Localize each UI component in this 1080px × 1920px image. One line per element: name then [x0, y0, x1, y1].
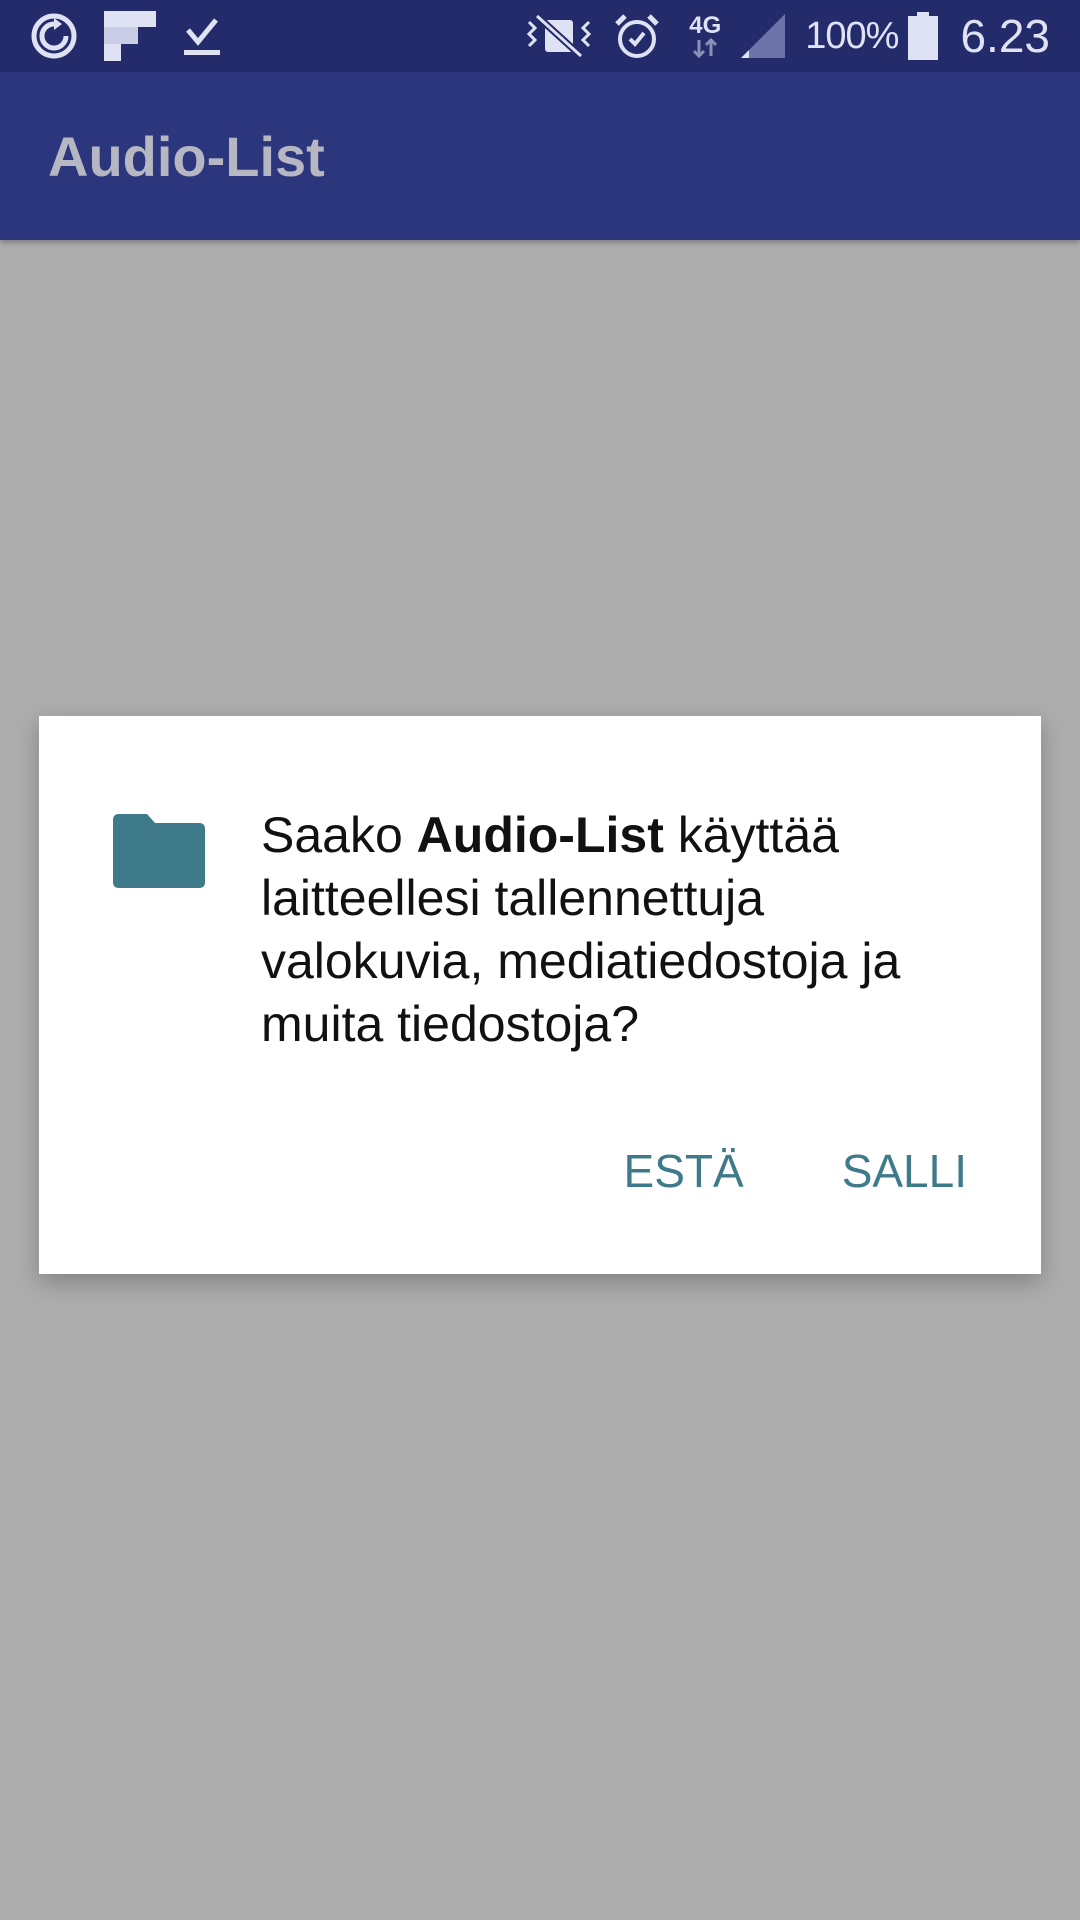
status-bar-notifications: [30, 11, 248, 61]
status-bar-system: 4G 100% 6.23: [505, 9, 1050, 63]
clock: 6.23: [960, 10, 1050, 62]
deny-button[interactable]: ESTÄ: [606, 1134, 762, 1208]
app-bar: Audio-List: [0, 72, 1080, 240]
app-title: Audio-List: [48, 124, 325, 188]
network-type-label: 4G: [689, 12, 722, 39]
alarm-icon: [613, 12, 661, 60]
folder-icon: [113, 814, 205, 888]
battery-icon: [908, 12, 939, 60]
download-done-icon: [182, 14, 222, 58]
vibrate-off-icon: [523, 12, 595, 60]
message-prefix: Saako: [261, 807, 417, 863]
dialog-actions: ESTÄ SALLI: [606, 1134, 985, 1208]
data-arrows-icon: [693, 38, 718, 58]
signal-icon: [739, 12, 787, 60]
status-bar: 4G 100% 6.23: [0, 0, 1080, 72]
sync-icon: [30, 12, 78, 60]
message-app-name: Audio-List: [416, 807, 664, 863]
permission-dialog: Saako Audio-List käyttää laitteellesi ta…: [39, 716, 1041, 1274]
network-type-indicator: 4G: [689, 14, 721, 58]
permission-message: Saako Audio-List käyttää laitteellesi ta…: [261, 804, 991, 1056]
battery-percent: 100%: [805, 14, 899, 57]
flipboard-icon: [104, 11, 156, 61]
allow-button[interactable]: SALLI: [824, 1134, 985, 1208]
